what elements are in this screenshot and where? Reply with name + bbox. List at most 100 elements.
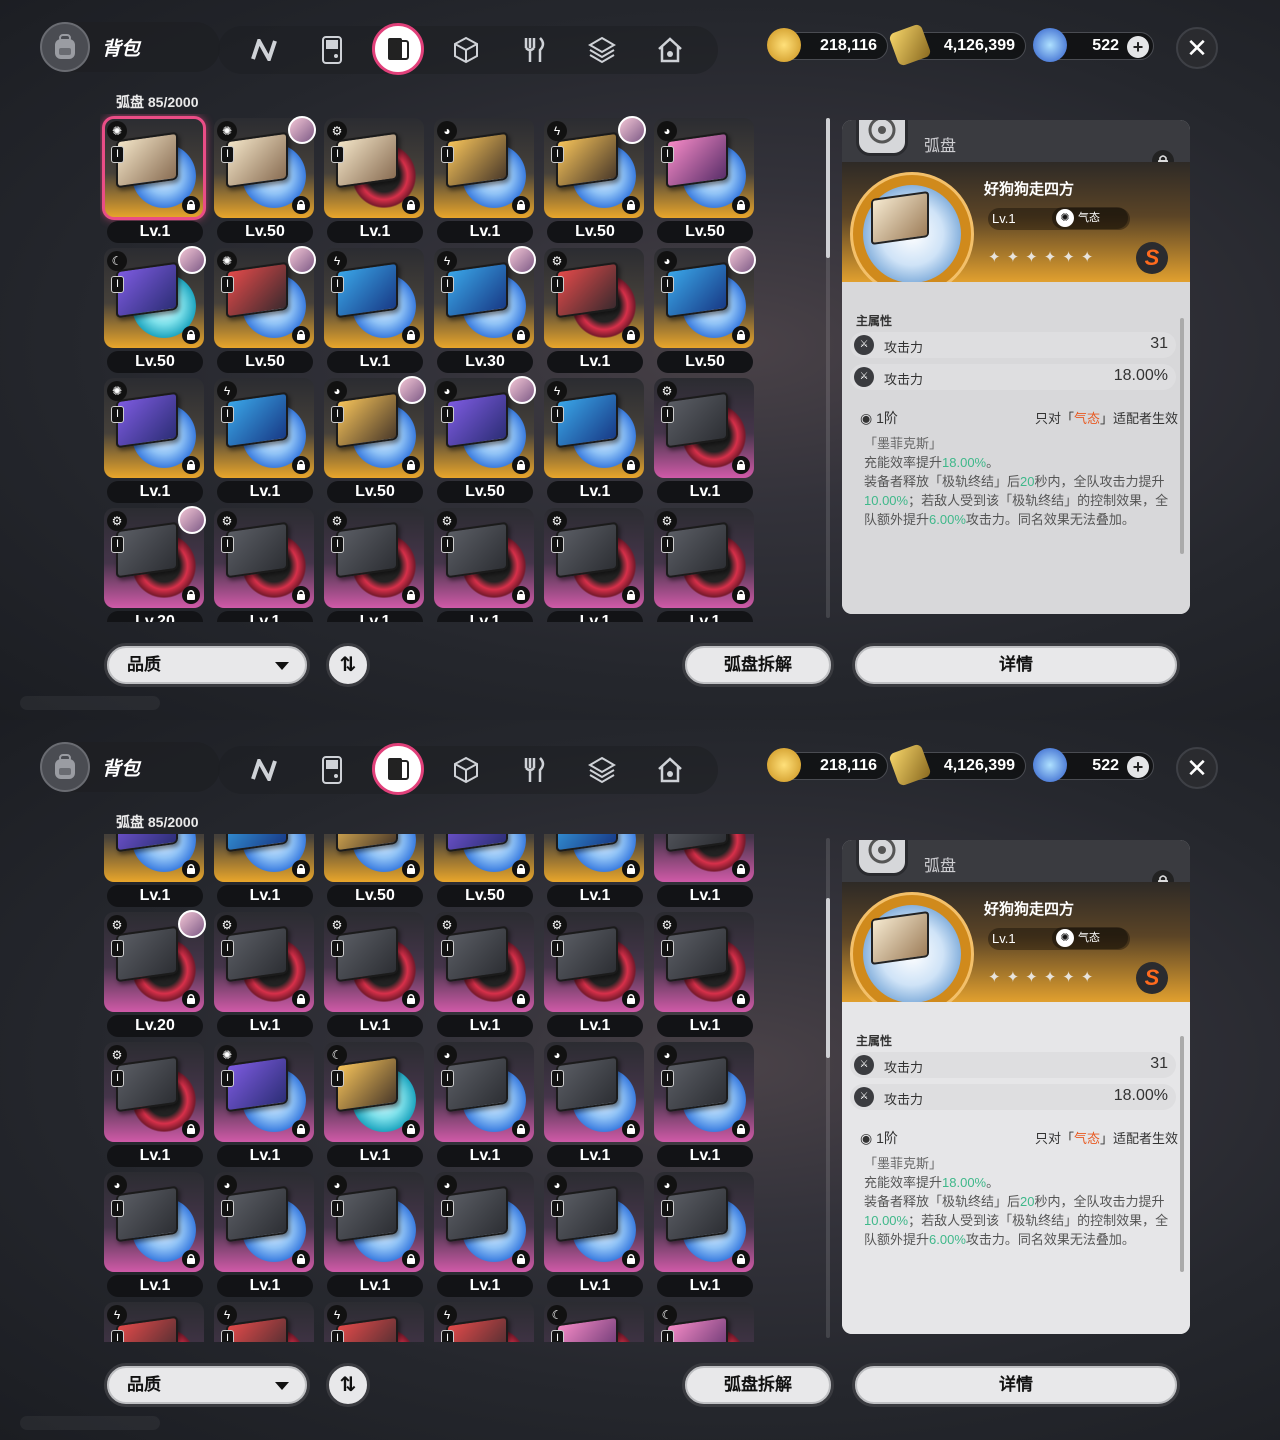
cube-icon[interactable]: [448, 752, 484, 788]
disc-card[interactable]: ✺ILv.1: [102, 116, 206, 243]
cube-icon[interactable]: [448, 32, 484, 68]
disc-card[interactable]: ◕ILv.50: [434, 834, 534, 907]
layers-icon[interactable]: [584, 32, 620, 68]
grid-scrollbar[interactable]: [826, 118, 830, 618]
disc-card[interactable]: ◕ I Lv.1: [544, 1042, 644, 1167]
close-button[interactable]: ✕: [1176, 27, 1218, 69]
disc-box-icon[interactable]: [372, 23, 424, 75]
lock-icon: [732, 456, 750, 474]
disc-card[interactable]: ⚙ILv.1: [544, 248, 644, 373]
close-button[interactable]: ✕: [1176, 747, 1218, 789]
disc-card[interactable]: ⚙ILv.1: [544, 912, 644, 1037]
level-label: Lv.1: [437, 1015, 533, 1037]
disc-card[interactable]: ⚙ILv.1: [654, 508, 754, 622]
disc-card[interactable]: ϟI Lv.1: [324, 248, 424, 373]
disc-card[interactable]: ⚙ILv.1: [324, 912, 424, 1037]
disc-tile: ⚙I: [654, 508, 754, 608]
disc-card[interactable]: ϟ I Lv.50: [544, 116, 646, 243]
disc-card[interactable]: ϟI Lv.1: [544, 834, 644, 907]
level-label: Lv.1: [217, 885, 313, 907]
disc-card[interactable]: ☾ I Lv.1: [324, 1042, 424, 1167]
gear-icon: ⚙: [327, 121, 347, 141]
dismantle-button[interactable]: 弧盘拆解: [682, 1363, 834, 1407]
disc-tile: ◕I: [654, 118, 754, 218]
disc-card[interactable]: ⚙ILv.1: [324, 508, 424, 622]
disc-card[interactable]: ϟI Lv.1: [544, 378, 644, 503]
disc-card[interactable]: ϟI: [324, 1302, 424, 1342]
grid-scrollbar[interactable]: [826, 838, 830, 1338]
disc-card[interactable]: ⚙ILv.1: [324, 118, 424, 243]
disc-card[interactable]: ✺ILv.1: [104, 378, 204, 503]
disc-card[interactable]: ◕ILv.50: [654, 118, 754, 243]
disc-box-icon[interactable]: [372, 743, 424, 795]
quality-filter-dropdown[interactable]: 品质: [104, 643, 310, 687]
disc-card[interactable]: ϟ I Lv.30: [434, 246, 536, 373]
disc-card[interactable]: ☾ I Lv.50: [104, 246, 206, 373]
disc-card[interactable]: ◕ I Lv.1: [544, 1172, 644, 1297]
utensils-icon[interactable]: [516, 752, 552, 788]
disc-card[interactable]: ✺ I Lv.50: [214, 116, 316, 243]
home-icon[interactable]: [652, 752, 688, 788]
disc-card[interactable]: ☾ I: [654, 1302, 754, 1342]
disc-card[interactable]: ⚙ILv.1: [214, 912, 314, 1037]
disc-card[interactable]: ϟI: [434, 1302, 534, 1342]
disc-card[interactable]: ⚙ILv.1: [544, 508, 644, 622]
disc-card[interactable]: ✺ILv.1: [104, 834, 204, 907]
disc-card[interactable]: ⚙ILv.1: [654, 834, 754, 907]
disc-card[interactable]: ✺ I Lv.50: [214, 246, 316, 373]
gameboy-icon[interactable]: [314, 752, 350, 788]
disc-card[interactable]: ⚙ILv.1: [214, 508, 314, 622]
disc-card[interactable]: ϟI Lv.1: [214, 378, 314, 503]
disc-card[interactable]: ◕ I Lv.1: [104, 1172, 204, 1297]
disc-tile: ⚙I: [104, 1042, 204, 1142]
disc-card[interactable]: ◕ILv.50: [654, 246, 756, 373]
disc-card[interactable]: ◕ I Lv.1: [324, 1172, 424, 1297]
detail-scrollbar[interactable]: [1180, 318, 1184, 554]
tier-rank-icon: I: [551, 940, 564, 957]
n-logo-icon[interactable]: [246, 752, 282, 788]
disc-card[interactable]: ⚙ I Lv.20: [104, 910, 206, 1037]
lock-icon: [512, 1120, 530, 1138]
add-crystal-button[interactable]: +: [1127, 36, 1149, 58]
disc-card[interactable]: ◕ I Lv.1: [434, 1042, 534, 1167]
disc-card[interactable]: ⚙ILv.1: [434, 912, 534, 1037]
disc-card[interactable]: ⚙ILv.1: [104, 1042, 204, 1167]
disc-card[interactable]: ◕ I Lv.1: [434, 1172, 534, 1297]
gear-icon: ⚙: [657, 915, 677, 935]
disc-card[interactable]: ⚙ I Lv.20: [104, 506, 206, 622]
disc-card[interactable]: ◕ILv.50: [434, 376, 536, 503]
disc-card[interactable]: ⚙ILv.1: [434, 508, 534, 622]
add-crystal-button[interactable]: +: [1127, 756, 1149, 778]
home-icon[interactable]: [652, 32, 688, 68]
disc-card[interactable]: ◕ I Lv.1: [214, 1172, 314, 1297]
disc-card[interactable]: ✺ILv.1: [214, 1042, 314, 1167]
disc-card[interactable]: ◕ I Lv.1: [434, 118, 534, 243]
lock-icon: [732, 860, 750, 878]
disc-card[interactable]: ⚙ILv.1: [654, 378, 754, 503]
disc-card[interactable]: ◕ I Lv.1: [654, 1172, 754, 1297]
disc-card[interactable]: ϟI Lv.1: [214, 834, 314, 907]
layers-icon[interactable]: [584, 752, 620, 788]
dismantle-button[interactable]: 弧盘拆解: [682, 643, 834, 687]
disc-card[interactable]: ◕ILv.50: [324, 834, 424, 907]
disc-card[interactable]: ϟI: [104, 1302, 204, 1342]
sort-toggle-button[interactable]: ⇅: [326, 643, 370, 687]
detail-scrollbar[interactable]: [1180, 1036, 1184, 1272]
disc-card[interactable]: ⚙ILv.1: [654, 912, 754, 1037]
n-logo-icon[interactable]: [246, 32, 282, 68]
quality-filter-dropdown[interactable]: 品质: [104, 1363, 310, 1407]
sort-toggle-button[interactable]: ⇅: [326, 1363, 370, 1407]
disc-card[interactable]: ◕ I Lv.1: [654, 1042, 754, 1167]
details-button[interactable]: 详情: [852, 643, 1180, 687]
level-label: Lv.1: [437, 221, 533, 243]
level-label: Lv.50: [437, 481, 533, 503]
lock-icon: [732, 196, 750, 214]
disc-card[interactable]: ◕ILv.50: [324, 376, 426, 503]
disc-card[interactable]: ϟI: [214, 1302, 314, 1342]
tier-row: ◉ 1阶 只对「气态」适配者生效: [856, 1128, 1178, 1148]
panda-icon: ◕: [657, 1045, 677, 1065]
details-button[interactable]: 详情: [852, 1363, 1180, 1407]
gameboy-icon[interactable]: [314, 32, 350, 68]
utensils-icon[interactable]: [516, 32, 552, 68]
disc-card[interactable]: ☾ I: [544, 1302, 644, 1342]
